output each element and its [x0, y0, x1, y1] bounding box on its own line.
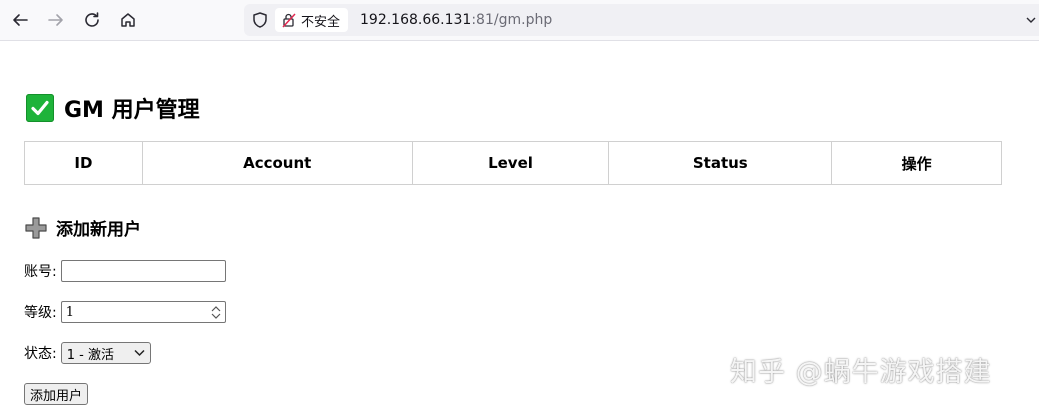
chevron-down-icon[interactable] [1025, 14, 1037, 26]
url-path: :81/gm.php [471, 12, 553, 28]
browser-toolbar: 不安全 192.168.66.131:81/gm.php [0, 0, 1039, 41]
status-select[interactable]: 1 - 激活 [60, 342, 151, 364]
reload-icon [85, 12, 99, 27]
back-button[interactable] [8, 8, 32, 32]
account-label: 账号: [24, 264, 57, 280]
check-mark-icon [26, 94, 54, 122]
account-input[interactable] [60, 260, 226, 282]
forward-arrow-icon [48, 14, 63, 26]
add-user-heading: 添加新用户 [24, 215, 141, 240]
level-spinner[interactable] [209, 303, 223, 321]
url-host: 192.168.66.131 [360, 12, 472, 28]
insecure-lock-icon [282, 13, 296, 28]
level-label: 等级: [24, 305, 57, 321]
status-selected-value: 1 - 激活 [66, 347, 114, 363]
site-security-indicator[interactable]: 不安全 [275, 8, 349, 32]
column-header-id: ID [24, 141, 143, 185]
level-stepper[interactable] [60, 301, 226, 323]
column-header-level: Level [411, 141, 610, 185]
status-row: 状态: 1 - 激活 [24, 342, 151, 364]
level-row: 等级: [24, 301, 226, 323]
column-header-status: Status [608, 141, 833, 185]
column-header-actions: 操作 [831, 141, 1002, 185]
page-title: GM 用户管理 [26, 92, 200, 124]
forward-button[interactable] [44, 8, 68, 32]
add-user-button[interactable]: 添加用户 [24, 383, 89, 405]
shield-icon[interactable] [251, 11, 269, 29]
back-arrow-icon [13, 14, 28, 26]
home-icon [121, 13, 135, 27]
users-table: ID Account Level Status 操作 [24, 141, 1002, 185]
account-row: 账号: [24, 260, 226, 282]
column-header-account: Account [141, 141, 413, 185]
chevron-down-icon [134, 349, 145, 357]
chevron-down-icon[interactable] [211, 313, 221, 320]
table-header-row: ID Account Level Status 操作 [24, 141, 1002, 185]
level-input[interactable] [60, 301, 226, 323]
reload-button[interactable] [80, 8, 104, 32]
security-label: 不安全 [301, 14, 341, 30]
status-label: 状态: [24, 346, 57, 362]
page-title-text: GM 用户管理 [64, 98, 200, 123]
add-user-heading-text: 添加新用户 [56, 220, 141, 240]
home-button[interactable] [116, 8, 140, 32]
chevron-up-icon[interactable] [211, 305, 221, 312]
watermark: 知乎 @蜗牛游戏搭建 [730, 357, 992, 388]
url-text[interactable]: 192.168.66.131:81/gm.php [360, 11, 552, 29]
plus-icon [25, 216, 47, 239]
url-bar[interactable]: 不安全 192.168.66.131:81/gm.php [244, 4, 1039, 36]
